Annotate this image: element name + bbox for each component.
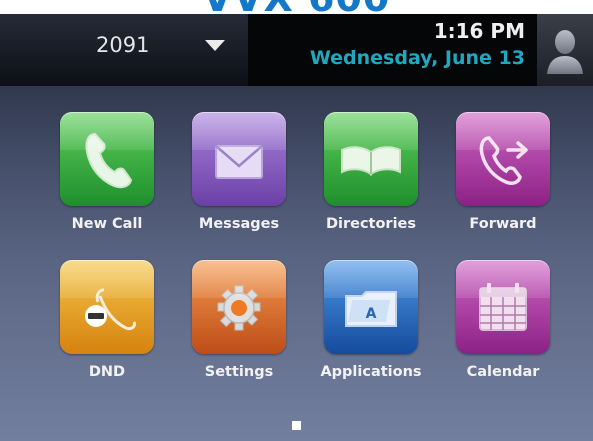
calendar-tile — [456, 260, 550, 354]
tile-gloss — [192, 112, 286, 150]
app-label: Settings — [204, 364, 274, 380]
app-label: DND — [88, 364, 126, 380]
tile-gloss — [456, 112, 550, 150]
tile-gloss — [456, 260, 550, 298]
app-new-call[interactable]: New Call — [47, 112, 167, 252]
forward-tile — [456, 112, 550, 206]
svg-text:A: A — [366, 306, 377, 322]
app-label: Directories — [325, 216, 417, 232]
page-indicator — [292, 421, 301, 430]
app-grid: New Call Messages Directories Forward DN… — [0, 14, 593, 441]
app-label: Forward — [469, 216, 537, 232]
tile-gloss — [60, 260, 154, 298]
app-calendar[interactable]: Calendar — [443, 260, 563, 400]
applications-tile: A — [324, 260, 418, 354]
tile-gloss — [324, 112, 418, 150]
app-settings[interactable]: Settings — [179, 260, 299, 400]
directories-tile — [324, 112, 418, 206]
app-forward[interactable]: Forward — [443, 112, 563, 252]
phone-screen: 2091 1:16 PM Wednesday, June 13 New Call — [0, 14, 593, 441]
app-label: Messages — [198, 216, 280, 232]
tile-gloss — [60, 112, 154, 150]
app-dnd[interactable]: DND — [47, 260, 167, 400]
tile-gloss — [324, 260, 418, 298]
tile-gloss — [192, 260, 286, 298]
app-label: New Call — [71, 216, 143, 232]
app-directories[interactable]: Directories — [311, 112, 431, 252]
new-call-tile — [60, 112, 154, 206]
app-label: Calendar — [466, 364, 540, 380]
app-applications[interactable]: A Applications — [311, 260, 431, 400]
messages-tile — [192, 112, 286, 206]
app-messages[interactable]: Messages — [179, 112, 299, 252]
app-label: Applications — [320, 364, 422, 380]
settings-tile — [192, 260, 286, 354]
model-banner: VVX 600 — [0, 0, 593, 14]
dnd-tile — [60, 260, 154, 354]
model-banner-text: VVX 600 — [0, 0, 593, 14]
